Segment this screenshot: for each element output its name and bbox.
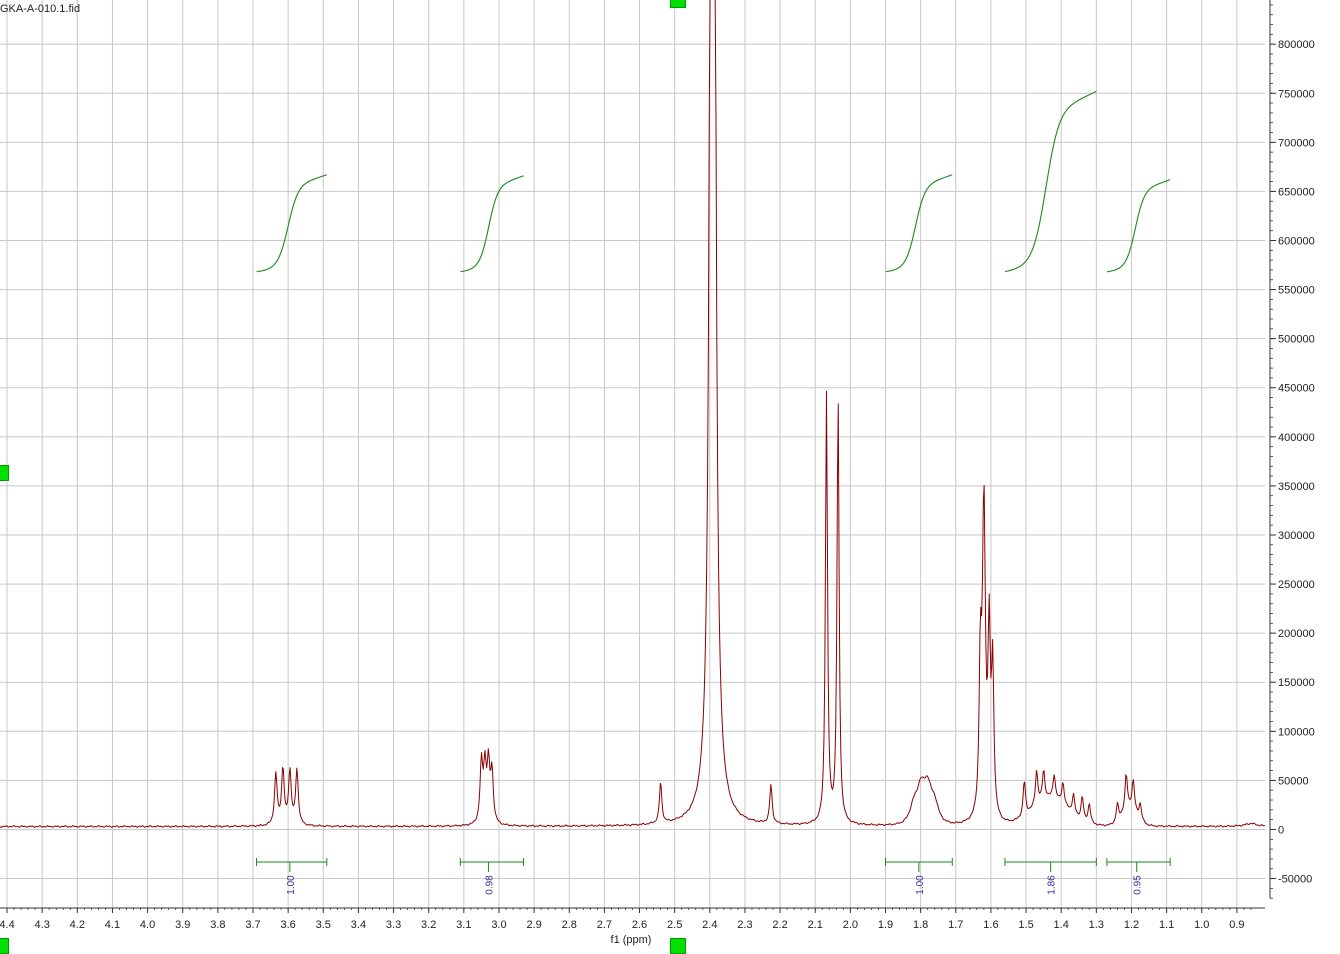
x-tick-label: 2.4 (702, 919, 717, 931)
bottom-left-drag-handle[interactable] (0, 938, 9, 954)
y-tick-label: 0 (1278, 824, 1284, 836)
x-tick-label: 4.0 (140, 919, 155, 931)
integral-curve (460, 175, 524, 273)
x-tick-label: 1.0 (1194, 919, 1209, 931)
x-tick-label: 3.5 (316, 919, 331, 931)
x-tick-label: 1.2 (1124, 919, 1139, 931)
x-tick-label: 3.8 (210, 919, 225, 931)
x-tick-label: 1.9 (878, 919, 893, 931)
x-tick-label: 1.4 (1054, 919, 1069, 931)
integral-value-label: 1.00 (915, 875, 926, 895)
x-tick-label: 1.5 (1018, 919, 1033, 931)
x-tick-label: 4.2 (70, 919, 85, 931)
x-tick-label: 2.6 (632, 919, 647, 931)
spectrum-line (0, 0, 1266, 828)
x-tick-label: 2.1 (808, 919, 823, 931)
spectrum-trace (0, 0, 1266, 828)
integral-curve (885, 174, 953, 273)
x-tick-label: 1.8 (913, 919, 928, 931)
x-tick-label: 2.8 (562, 919, 577, 931)
y-tick-label: 650000 (1278, 186, 1315, 198)
x-tick-label: 2.0 (843, 919, 858, 931)
y-tick-label: 550000 (1278, 285, 1315, 297)
x-tick-label: 1.6 (983, 919, 998, 931)
x-tick-label: 3.1 (456, 919, 471, 931)
top-drag-handle[interactable] (670, 0, 686, 8)
x-tick-label: 3.9 (175, 919, 190, 931)
left-drag-handle[interactable] (0, 465, 9, 481)
y-tick-label: 50000 (1278, 775, 1309, 787)
y-tick-label: 500000 (1278, 334, 1315, 346)
x-tick-label: 2.3 (737, 919, 752, 931)
x-tick-label: 4.3 (35, 919, 50, 931)
x-tick-label: 4.1 (105, 919, 120, 931)
x-tick-label: 1.1 (1159, 919, 1174, 931)
x-tick-label: 2.5 (667, 919, 682, 931)
y-tick-label: 400000 (1278, 432, 1315, 444)
y-tick-label: 300000 (1278, 530, 1315, 542)
y-tick-label: 800000 (1278, 39, 1315, 51)
x-tick-label: 1.7 (948, 919, 963, 931)
integral-value-label: 1.00 (286, 875, 297, 895)
x-tick-label: 1.3 (1089, 919, 1104, 931)
x-tick-label: 0.9 (1229, 919, 1244, 931)
nmr-spectrum-chart: 1.00 0.98 1.00 1.86 0.95 4.4 4.3 4.2 4.1 4.0 3.9 3… (0, 0, 1315, 946)
x-tick-label: 2.7 (597, 919, 612, 931)
x-tick-label: 3.4 (351, 919, 366, 931)
x-axis-label: f1 (ppm) (611, 934, 652, 946)
x-tick-label: 2.9 (526, 919, 541, 931)
bottom-center-drag-handle[interactable] (670, 938, 686, 954)
y-tick-label: -50000 (1278, 874, 1312, 886)
y-tick-label: 200000 (1278, 628, 1315, 640)
integral-value-label: 0.98 (484, 875, 495, 895)
y-tick-label: 600000 (1278, 235, 1315, 247)
integral-curve (1106, 179, 1171, 273)
x-tick-label: 2.2 (772, 919, 787, 931)
integral-curve (1004, 90, 1097, 273)
integral-value-label: 1.86 (1047, 875, 1058, 895)
integral-value-label: 0.95 (1133, 875, 1144, 895)
x-tick-label: 3.0 (491, 919, 506, 931)
grid-lines (0, 0, 1265, 908)
y-tick-label: 750000 (1278, 88, 1315, 100)
x-tick-label: 4.4 (0, 919, 15, 931)
integral-curve (256, 174, 327, 273)
y-tick-label: 150000 (1278, 677, 1315, 689)
x-tick-label: 3.7 (245, 919, 260, 931)
axes: 4.4 4.3 4.2 4.1 4.0 3.9 3.8 3.7 3.6 3.5 3.4 3.3 3.2 3… (0, 0, 1315, 931)
y-tick-label: 100000 (1278, 726, 1315, 738)
y-tick-label: 450000 (1278, 383, 1315, 395)
chart-title: GKA-A-010.1.fid (0, 3, 80, 15)
x-tick-label: 3.6 (280, 919, 295, 931)
y-tick-label: 350000 (1278, 481, 1315, 493)
y-tick-label: 250000 (1278, 579, 1315, 591)
y-tick-label: 700000 (1278, 137, 1315, 149)
x-tick-label: 3.3 (386, 919, 401, 931)
x-tick-label: 3.2 (421, 919, 436, 931)
